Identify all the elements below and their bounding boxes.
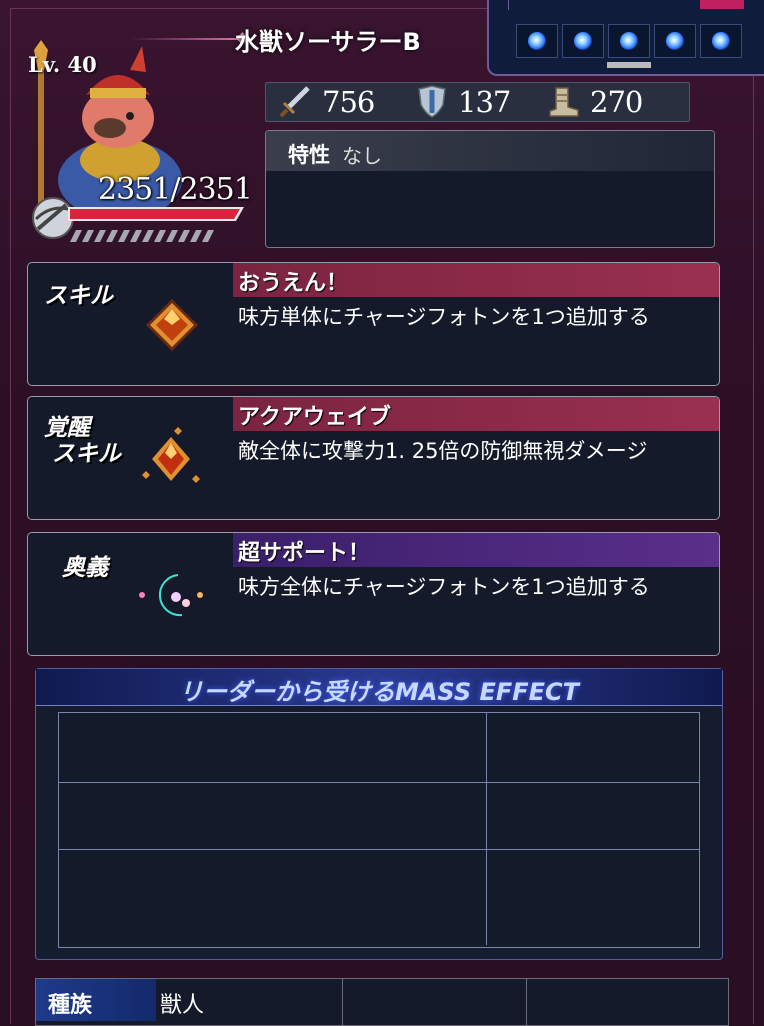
photon-orb-icon (516, 24, 558, 58)
hp-bar (68, 207, 244, 221)
skill-tag: スキル (44, 283, 113, 309)
skill-desc: 味方単体にチャージフォトンを1つ追加する (238, 305, 650, 329)
sword-icon (279, 86, 310, 118)
stats-bar: 756 137 270 (265, 82, 690, 122)
photon-orb-icon (608, 24, 650, 58)
unit-name: 水獣ソーサラーB (235, 28, 421, 56)
trait-panel: 特性 なし (265, 130, 715, 248)
mass-effect-cell (487, 850, 699, 945)
ougi-desc: 味方全体にチャージフォトンを1つ追加する (238, 575, 650, 599)
race-row: 種族 獣人 (35, 978, 729, 1026)
mass-effect-cell (59, 783, 487, 850)
ougi-moon-icon (139, 574, 203, 617)
defense-stat: 137 (416, 85, 511, 119)
unit-hp: 2351/2351 (98, 172, 253, 207)
trait-value: なし (342, 144, 382, 168)
mass-effect-cell (487, 783, 699, 850)
mass-effect-panel: リーダーから受けるMASS EFFECT (35, 668, 723, 960)
trait-header (266, 131, 714, 171)
speed-value: 270 (590, 85, 643, 119)
awakened-tag-line1: 覚醒 (44, 415, 90, 441)
skill-crystal-icon (146, 299, 198, 351)
speed-stat: 270 (546, 85, 643, 119)
trait-label: 特性 (288, 143, 330, 167)
race-divider (342, 979, 343, 1025)
attack-stat: 756 (278, 85, 375, 119)
awakened-skill-panel[interactable]: 覚醒 スキル アクアウェイブ 敵全体に攻撃力1. 25倍の防御無視ダメージ (27, 396, 720, 520)
mass-effect-cell (487, 713, 699, 783)
ougi-tag: 奥義 (62, 555, 108, 581)
awakened-desc: 敵全体に攻撃力1. 25倍の防御無視ダメージ (238, 439, 648, 463)
photon-orb-icon (654, 24, 696, 58)
defense-value: 137 (458, 85, 511, 119)
attack-value: 756 (322, 85, 375, 119)
gauge-ticks (70, 230, 214, 242)
unit-level: Lv. 40 (28, 52, 97, 77)
awakened-crystal-icon (142, 427, 200, 483)
photon-top-cell (700, 0, 744, 9)
awakened-name: アクアウェイブ (238, 405, 391, 430)
skill-panel[interactable]: スキル おうえん！ 味方単体にチャージフォトンを1つ追加する (27, 262, 720, 386)
mass-effect-cell (59, 850, 487, 945)
ougi-panel[interactable]: 奥義 超サポート！ 味方全体にチャージフォトンを1つ追加する (27, 532, 720, 656)
race-divider (526, 979, 527, 1025)
mass-effect-table (58, 712, 700, 948)
photon-orb-icon (700, 24, 742, 58)
mass-effect-title: リーダーから受けるMASS EFFECT (178, 678, 580, 706)
mass-effect-cell (59, 713, 487, 783)
race-label: 種族 (48, 993, 93, 1018)
boot-icon (549, 87, 579, 117)
orb-panel-tab (607, 62, 651, 68)
awakened-tag-line2: スキル (52, 441, 121, 467)
shield-icon (418, 85, 446, 118)
race-value: 獣人 (160, 993, 205, 1018)
skill-name: おうえん！ (238, 271, 349, 296)
photon-orb-icon (562, 24, 604, 58)
ougi-name: 超サポート！ (238, 541, 371, 566)
